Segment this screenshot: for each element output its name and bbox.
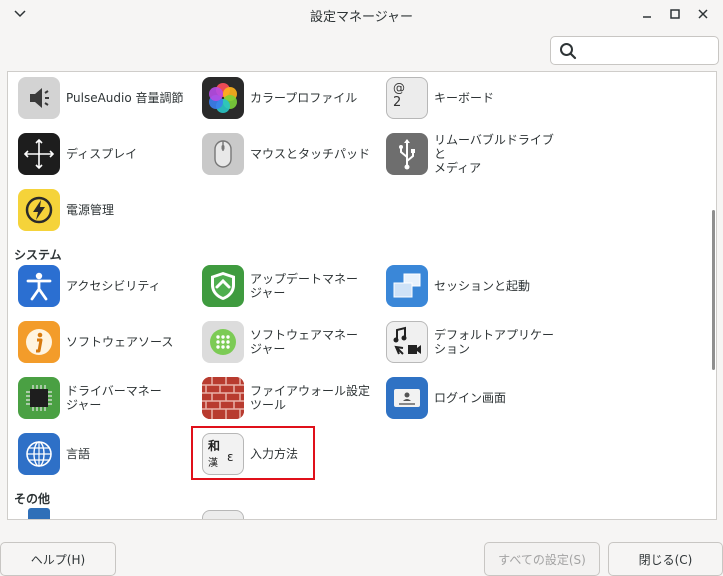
software-manager-label-line1: ソフトウェアマネー <box>250 328 359 342</box>
section-system-header: システム <box>14 248 62 262</box>
minimize-button[interactable] <box>637 4 657 24</box>
power-label: 電源管理 <box>66 203 115 217</box>
update-manager-label: アップデートマネー ジャー <box>250 272 380 300</box>
vertical-scrollbar[interactable] <box>712 210 715 370</box>
default-applications-label-line2: ション <box>434 342 471 356</box>
brick-wall-icon <box>202 377 244 419</box>
language-item[interactable]: 言語 <box>18 432 196 476</box>
keycap-bottom-glyph: 2 <box>393 95 402 110</box>
display-label: ディスプレイ <box>66 147 138 161</box>
app-grid-icon <box>202 321 244 363</box>
mouse-label: マウスとタッチパッド <box>250 147 371 161</box>
session-startup-item[interactable]: セッションと起動 <box>386 264 564 308</box>
title-bar: 設定マネージャー <box>0 0 723 28</box>
software-manager-label-line2: ジャー <box>250 342 286 356</box>
firewall-label: ファイアウォール設定 ツール <box>250 384 380 412</box>
color-profile-item[interactable]: カラープロファイル <box>202 76 380 120</box>
software-manager-item[interactable]: ソフトウェアマネー ジャー <box>202 320 380 364</box>
removable-drives-label-line2: メディア <box>434 161 482 175</box>
close-icon <box>698 9 708 19</box>
login-screen-item[interactable]: ログイン画面 <box>386 376 564 420</box>
search-icon <box>560 43 577 60</box>
removable-drives-label-line1: リムーバブルドライブと <box>434 133 554 161</box>
software-sources-item[interactable]: ソフトウェアソース <box>18 320 196 364</box>
mouse-icon <box>202 133 244 175</box>
partial-item-icon[interactable] <box>28 508 50 519</box>
info-icon <box>18 321 60 363</box>
driver-manager-label: ドライバーマネー ジャー <box>66 384 196 412</box>
keyboard-key-icon: @ 2 <box>386 77 428 119</box>
default-applications-label: デフォルトアプリケー ション <box>434 328 564 356</box>
settings-manager-window: 設定マネージャー PulseAudio 音量調節 カラープロファイル @ 2 キ… <box>0 0 723 576</box>
firewall-label-line2: ツール <box>250 398 287 412</box>
maximize-icon <box>670 9 680 19</box>
search-box[interactable] <box>550 36 719 65</box>
removable-drives-item[interactable]: リムーバブルドライブと メディア <box>386 132 564 176</box>
all-settings-button[interactable]: すべての設定(S) <box>484 542 600 576</box>
default-applications-item[interactable]: デフォルトアプリケー ション <box>386 320 564 364</box>
partial-item-icon-2[interactable] <box>202 510 244 519</box>
login-window-icon <box>386 377 428 419</box>
update-manager-label-line1: アップデートマネー <box>250 272 359 286</box>
search-input[interactable] <box>583 40 713 61</box>
driver-manager-label-line1: ドライバーマネー <box>66 384 162 398</box>
section-other-header: その他 <box>14 492 51 506</box>
mouse-item[interactable]: マウスとタッチパッド <box>202 132 380 176</box>
update-manager-label-line2: ジャー <box>250 286 286 300</box>
power-item[interactable]: 電源管理 <box>18 188 196 232</box>
speaker-icon <box>18 77 60 119</box>
shield-icon <box>202 265 244 307</box>
login-screen-label: ログイン画面 <box>434 391 507 405</box>
pulseaudio-label: PulseAudio 音量調節 <box>66 91 184 105</box>
close-window-button[interactable] <box>693 4 713 24</box>
keyboard-item[interactable]: @ 2 キーボード <box>386 76 564 120</box>
maximize-button[interactable] <box>665 4 685 24</box>
settings-panel[interactable]: PulseAudio 音量調節 カラープロファイル @ 2 キーボード ディスプ… <box>7 71 717 520</box>
accessibility-person-icon <box>18 265 60 307</box>
default-applications-label-line1: デフォルトアプリケー <box>434 328 555 342</box>
color-profile-label: カラープロファイル <box>250 91 358 105</box>
windows-stack-icon <box>386 265 428 307</box>
color-wheel-icon <box>202 77 244 119</box>
window-title: 設定マネージャー <box>309 10 414 25</box>
session-startup-label: セッションと起動 <box>434 279 531 293</box>
firewall-label-line1: ファイアウォール設定 <box>250 384 371 398</box>
chip-icon <box>18 377 60 419</box>
firewall-item[interactable]: ファイアウォール設定 ツール <box>202 376 380 420</box>
minimize-icon <box>643 16 651 18</box>
software-sources-label: ソフトウェアソース <box>66 335 174 349</box>
accessibility-label: アクセシビリティ <box>66 279 161 293</box>
selection-highlight <box>191 426 315 480</box>
accessibility-item[interactable]: アクセシビリティ <box>18 264 196 308</box>
pulseaudio-item[interactable]: PulseAudio 音量調節 <box>18 76 196 120</box>
display-axes-icon <box>18 133 60 175</box>
driver-manager-label-line2: ジャー <box>66 398 102 412</box>
globe-icon <box>18 433 60 475</box>
close-button[interactable]: 閉じる(C) <box>608 542 723 576</box>
driver-manager-item[interactable]: ドライバーマネー ジャー <box>18 376 196 420</box>
display-item[interactable]: ディスプレイ <box>18 132 196 176</box>
keycap-top-glyph: @ <box>393 81 405 95</box>
help-button[interactable]: ヘルプ(H) <box>0 542 116 576</box>
power-bolt-icon <box>18 189 60 231</box>
keyboard-label: キーボード <box>434 91 495 105</box>
usb-icon <box>386 133 428 175</box>
language-label: 言語 <box>66 447 91 461</box>
removable-drives-label: リムーバブルドライブと メディア <box>434 133 564 175</box>
media-types-icon <box>386 321 428 363</box>
update-manager-item[interactable]: アップデートマネー ジャー <box>202 264 380 308</box>
software-manager-label: ソフトウェアマネー ジャー <box>250 328 380 356</box>
